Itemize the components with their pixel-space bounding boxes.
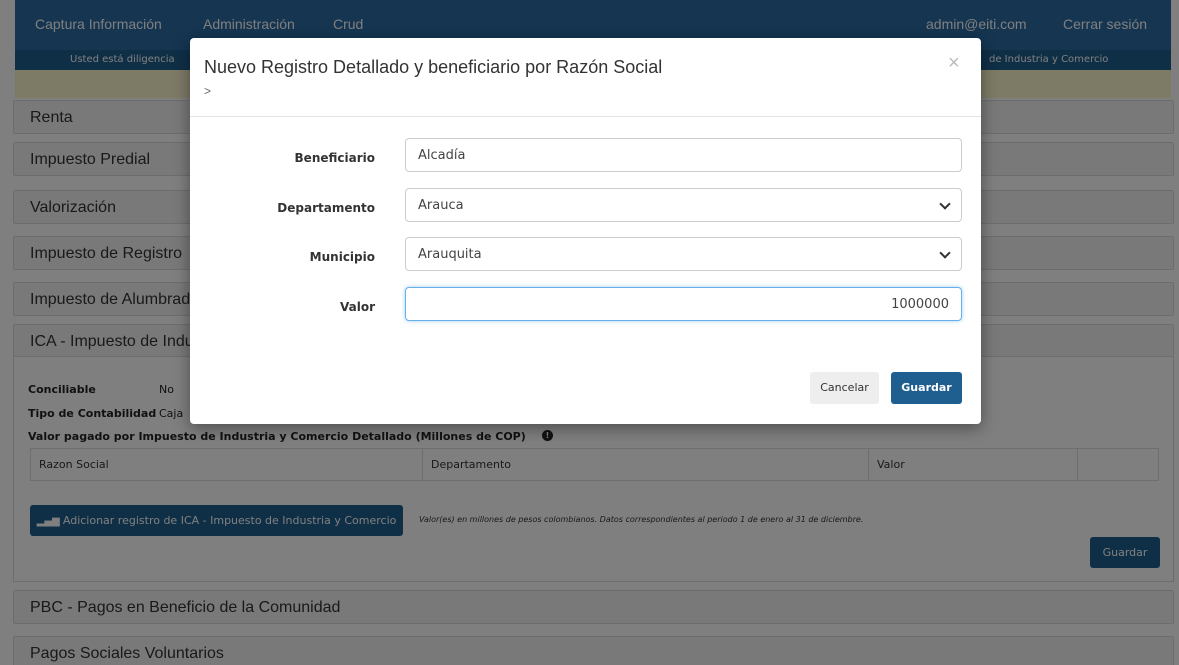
chevron-down-icon bbox=[939, 247, 951, 259]
cancel-button[interactable]: Cancelar bbox=[810, 372, 879, 404]
beneficiario-label: Beneficiario bbox=[294, 151, 375, 165]
departamento-select[interactable]: Arauca bbox=[405, 188, 962, 222]
close-icon[interactable]: × bbox=[948, 52, 960, 75]
beneficiario-value: Alcadía bbox=[418, 148, 466, 163]
valor-label: Valor bbox=[339, 300, 375, 314]
new-record-modal: Nuevo Registro Detallado y beneficiario … bbox=[190, 38, 981, 424]
modal-header: Nuevo Registro Detallado y beneficiario … bbox=[190, 38, 981, 117]
departamento-value: Arauca bbox=[418, 198, 464, 213]
departamento-label: Departamento bbox=[277, 201, 375, 215]
chevron-down-icon bbox=[939, 198, 951, 210]
modal-title: Nuevo Registro Detallado y beneficiario … bbox=[204, 57, 663, 77]
save-button[interactable]: Guardar bbox=[891, 372, 962, 404]
valor-value: 1000000 bbox=[891, 297, 949, 312]
municipio-select[interactable]: Arauquita bbox=[405, 237, 962, 271]
municipio-label: Municipio bbox=[309, 250, 375, 264]
municipio-value: Arauquita bbox=[418, 247, 482, 262]
beneficiario-input[interactable]: Alcadía bbox=[405, 138, 962, 172]
modal-subtitle: > bbox=[204, 84, 212, 98]
valor-input[interactable]: 1000000 bbox=[405, 287, 962, 321]
